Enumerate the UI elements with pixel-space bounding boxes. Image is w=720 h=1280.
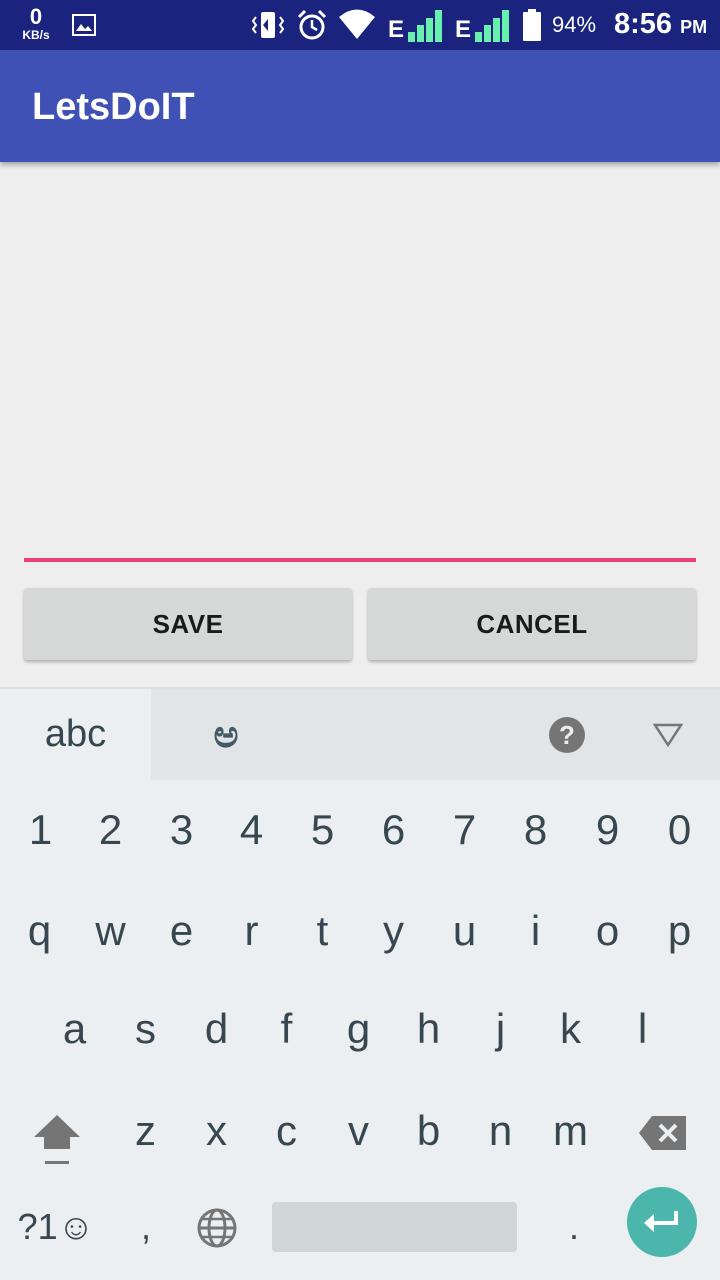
key-l[interactable]: l <box>607 979 678 1079</box>
help-icon[interactable]: ? <box>549 717 585 753</box>
speed-unit: KB/s <box>22 28 50 42</box>
clock-time: 8:56 <box>614 8 673 40</box>
cancel-button[interactable]: CANCEL <box>368 588 696 660</box>
key-g[interactable]: g <box>323 979 394 1079</box>
key-v[interactable]: v <box>323 1081 394 1181</box>
wifi-icon <box>339 9 375 39</box>
keyboard-toolbar: abc ಅ ? <box>0 689 720 780</box>
comma-key[interactable]: , <box>128 1199 164 1255</box>
network-type-2: E <box>455 16 472 43</box>
soft-keyboard: abc ಅ ? 1 2 3 4 5 6 7 8 9 0 q w e r t y … <box>0 687 720 1280</box>
key-7[interactable]: 7 <box>429 780 500 880</box>
key-o[interactable]: o <box>572 881 643 981</box>
key-i[interactable]: i <box>500 881 571 981</box>
key-e[interactable]: e <box>146 881 217 981</box>
backspace-icon[interactable] <box>638 1114 688 1152</box>
key-1[interactable]: 1 <box>5 780 76 880</box>
signal-icon: E <box>455 8 510 43</box>
key-0[interactable]: 0 <box>644 780 715 880</box>
period-key[interactable]: . <box>556 1199 592 1255</box>
network-speed: 0 KB/s <box>16 4 56 42</box>
key-j[interactable]: j <box>465 979 536 1079</box>
key-r[interactable]: r <box>216 881 287 981</box>
key-5[interactable]: 5 <box>287 780 358 880</box>
network-type-1: E <box>388 16 405 43</box>
alarm-icon <box>297 9 327 40</box>
key-2[interactable]: 2 <box>75 780 146 880</box>
key-w[interactable]: w <box>75 881 146 981</box>
vibrate-icon <box>251 12 285 38</box>
key-4[interactable]: 4 <box>216 780 287 880</box>
key-b[interactable]: b <box>393 1081 464 1181</box>
task-input[interactable] <box>24 200 696 562</box>
key-x[interactable]: x <box>181 1081 252 1181</box>
key-h[interactable]: h <box>393 979 464 1079</box>
clock-ampm: PM <box>680 17 708 37</box>
key-p[interactable]: p <box>644 881 715 981</box>
key-6[interactable]: 6 <box>358 780 429 880</box>
hide-keyboard-icon[interactable] <box>652 721 684 749</box>
battery-percent: 94% <box>552 12 597 37</box>
key-s[interactable]: s <box>110 979 181 1079</box>
enter-key[interactable] <box>627 1187 697 1257</box>
app-title: LetsDoIT <box>32 86 195 128</box>
clock: 8:56 PM <box>614 8 707 41</box>
enter-icon <box>644 1211 678 1232</box>
globe-icon[interactable] <box>195 1206 239 1250</box>
language-tab-kannada[interactable]: ಅ <box>190 707 262 763</box>
key-3[interactable]: 3 <box>146 780 217 880</box>
save-button[interactable]: SAVE <box>24 588 352 660</box>
key-c[interactable]: c <box>251 1081 322 1181</box>
key-u[interactable]: u <box>429 881 500 981</box>
key-z[interactable]: z <box>110 1081 181 1181</box>
key-d[interactable]: d <box>181 979 252 1079</box>
key-n[interactable]: n <box>465 1081 536 1181</box>
key-a[interactable]: a <box>39 979 110 1079</box>
key-9[interactable]: 9 <box>572 780 643 880</box>
speed-value: 0 <box>29 4 43 29</box>
gallery-icon <box>72 14 96 36</box>
battery-icon <box>523 9 541 41</box>
key-m[interactable]: m <box>535 1081 606 1181</box>
app-bar: LetsDoIT <box>0 50 720 162</box>
key-k[interactable]: k <box>535 979 606 1079</box>
symbols-key[interactable]: ?1☺ <box>16 1199 96 1255</box>
key-8[interactable]: 8 <box>500 780 571 880</box>
shift-icon[interactable] <box>32 1109 82 1171</box>
key-f[interactable]: f <box>251 979 322 1079</box>
signal-icon: E <box>388 8 443 43</box>
key-y[interactable]: y <box>358 881 429 981</box>
language-tab-abc[interactable]: abc <box>0 689 151 780</box>
key-t[interactable]: t <box>287 881 358 981</box>
status-bar: 0 KB/s E E 94% 8:56 PM <box>0 0 720 50</box>
key-q[interactable]: q <box>4 881 75 981</box>
space-key[interactable] <box>272 1202 517 1252</box>
